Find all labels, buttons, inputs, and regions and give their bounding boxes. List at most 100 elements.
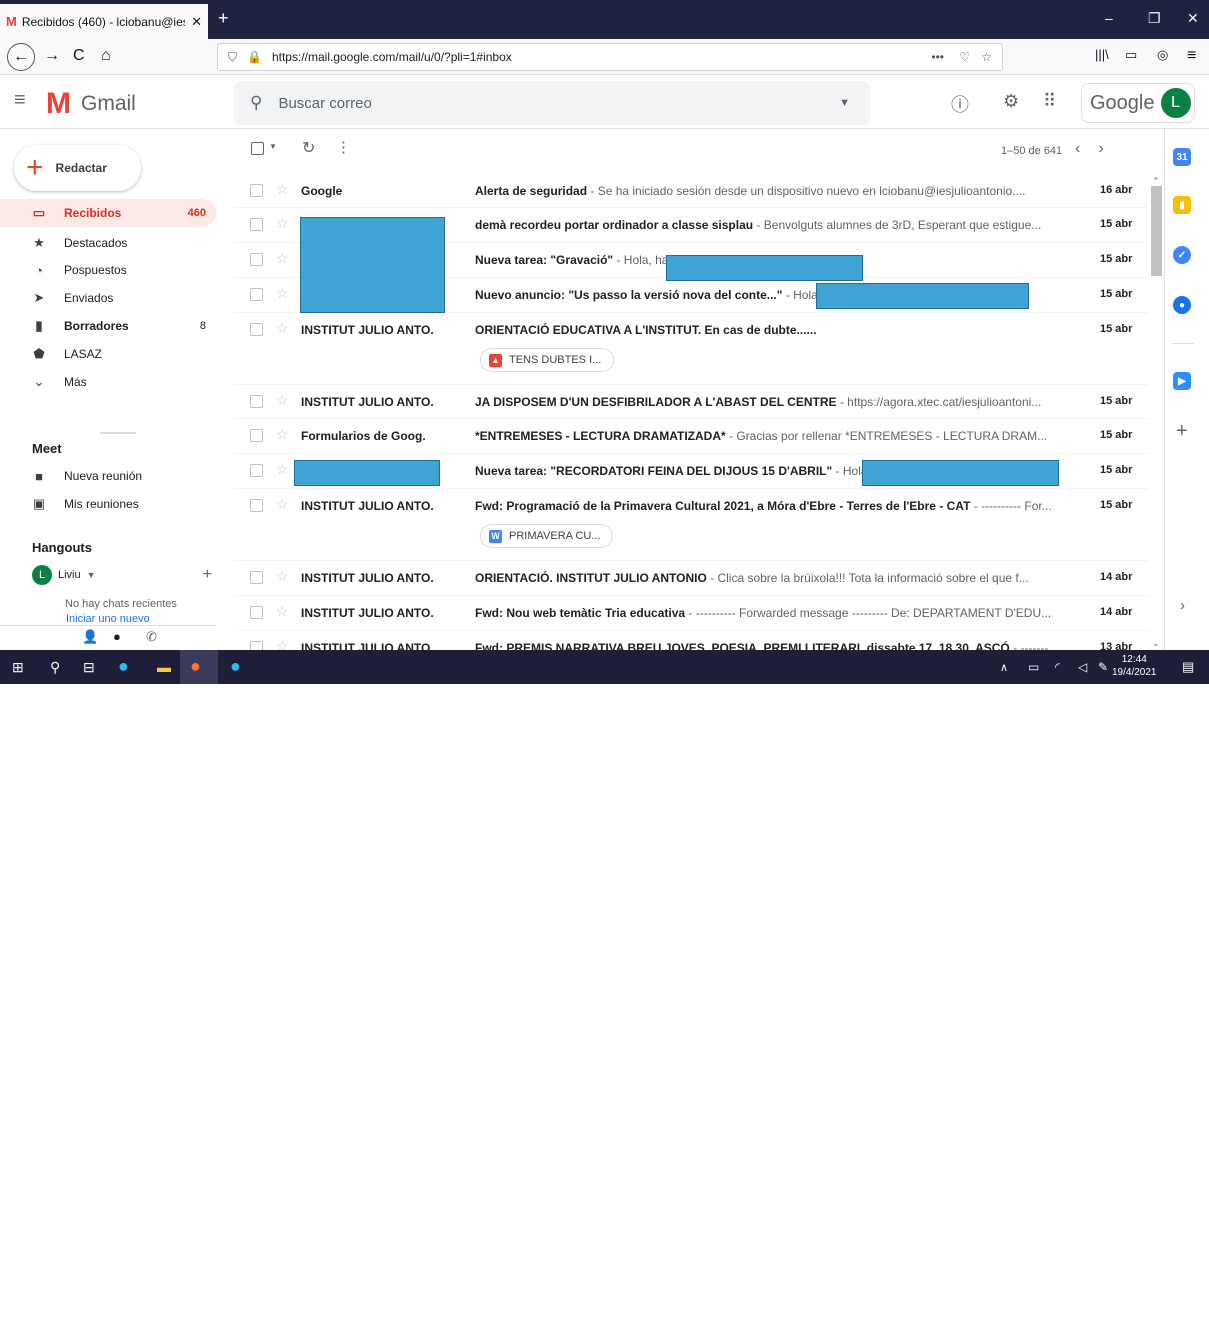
pocket-icon[interactable]: ♡ bbox=[959, 50, 970, 64]
edge-icon[interactable]: ● bbox=[118, 656, 129, 677]
sidebar-item-sent[interactable]: ➤ Enviados bbox=[0, 284, 216, 312]
task-view-icon[interactable]: ⊟ bbox=[83, 659, 95, 676]
main-menu-icon[interactable]: ≡ bbox=[14, 89, 26, 112]
star-icon[interactable]: ☆ bbox=[276, 603, 289, 620]
compose-button[interactable]: + Redactar bbox=[14, 145, 141, 191]
zoom-app-icon[interactable]: ▶ bbox=[1173, 372, 1191, 390]
wifi-icon[interactable]: ◜ bbox=[1055, 660, 1060, 674]
more-icon[interactable]: ••• bbox=[931, 50, 944, 64]
show-hidden-icons-icon[interactable]: ∧ bbox=[1000, 661, 1008, 674]
restore-icon[interactable]: ❐ bbox=[1148, 10, 1161, 27]
forward-icon[interactable]: → bbox=[44, 47, 60, 65]
avatar[interactable]: L bbox=[1160, 88, 1191, 118]
star-icon[interactable]: ☆ bbox=[276, 285, 289, 302]
file-explorer-icon[interactable]: ▬ bbox=[157, 659, 171, 675]
new-tab-icon[interactable]: + bbox=[218, 8, 229, 29]
sidebar-item-more[interactable]: ⌄ Más bbox=[0, 368, 216, 396]
expand-panel-icon[interactable]: › bbox=[1180, 597, 1185, 614]
apps-grid-icon[interactable]: ⠿ bbox=[1043, 91, 1056, 112]
hangouts-user[interactable]: L Liviu ▼ + bbox=[32, 565, 212, 585]
star-icon[interactable]: ☆ bbox=[276, 568, 289, 585]
my-meetings-item[interactable]: ▣ Mis reuniones bbox=[0, 490, 216, 518]
edge-beta-icon[interactable]: ● bbox=[230, 656, 241, 677]
email-row[interactable]: ☆ INSTITUT JULIO ANTO. Fwd: Programació de… bbox=[234, 489, 1148, 561]
library-icon[interactable]: |||\ bbox=[1095, 47, 1109, 62]
search-options-icon[interactable]: ▼ bbox=[839, 97, 850, 109]
star-icon[interactable]: ☆ bbox=[276, 496, 289, 513]
search-input[interactable]: Buscar correo bbox=[278, 95, 371, 112]
firefox-icon[interactable]: ● bbox=[190, 656, 201, 677]
notifications-icon[interactable]: ▤ bbox=[1182, 659, 1194, 675]
volume-icon[interactable]: ◁ bbox=[1078, 660, 1087, 674]
sidebar-item-starred[interactable]: ★ Destacados bbox=[0, 229, 216, 257]
get-addons-icon[interactable]: + bbox=[1176, 420, 1188, 443]
scroll-up-icon[interactable]: ⌃ bbox=[1152, 176, 1160, 187]
sidebar-item-drafts[interactable]: ▮ Borradores 8 bbox=[0, 312, 216, 340]
row-checkbox[interactable] bbox=[250, 253, 263, 266]
hamburger-menu-icon[interactable]: ≡ bbox=[1187, 47, 1196, 65]
pen-icon[interactable]: ✎ bbox=[1098, 660, 1108, 674]
start-new-chat-link[interactable]: Iniciar uno nuevo bbox=[66, 613, 150, 622]
star-icon[interactable]: ☆ bbox=[276, 320, 289, 337]
email-row[interactable]: ☆ INSTITUT JULIO ANTO. ORIENTACIÓ. INSTITU… bbox=[234, 561, 1148, 596]
chat-bubble-icon[interactable]: ● bbox=[113, 629, 121, 644]
next-page-icon[interactable]: › bbox=[1098, 140, 1121, 157]
email-row[interactable]: ☆ Formularios de Goog. *ENTREMESES - LECTU… bbox=[234, 419, 1148, 454]
keep-app-icon[interactable]: ▮ bbox=[1173, 196, 1191, 214]
account-switcher[interactable]: Google L bbox=[1081, 83, 1195, 123]
star-icon[interactable]: ☆ bbox=[276, 638, 289, 650]
row-checkbox[interactable] bbox=[250, 323, 263, 336]
email-row[interactable]: ☆ INSTITUT JULIO ANTO. Fwd: PREMIS NARRATI… bbox=[234, 631, 1148, 650]
star-icon[interactable]: ☆ bbox=[276, 392, 289, 409]
row-checkbox[interactable] bbox=[250, 641, 263, 650]
row-checkbox[interactable] bbox=[250, 288, 263, 301]
tasks-app-icon[interactable]: ✓ bbox=[1173, 246, 1191, 264]
sidebar-icon[interactable]: ▭ bbox=[1125, 47, 1137, 63]
add-chat-icon[interactable]: + bbox=[203, 566, 212, 584]
help-icon[interactable]: ⓘ bbox=[951, 91, 969, 117]
back-icon[interactable]: ← bbox=[7, 43, 35, 71]
taskbar-search-icon[interactable]: ⚲ bbox=[50, 659, 60, 676]
system-clock[interactable]: 12:44 19/4/2021 bbox=[1112, 653, 1157, 679]
attachment-chip[interactable]: ▲ TENS DUBTES I... bbox=[480, 348, 615, 372]
email-row[interactable]: ☆ INSTITUT JULIO ANTO. ORIENTACIÓ EDUCATIV… bbox=[234, 313, 1148, 385]
star-icon[interactable]: ☆ bbox=[276, 181, 289, 198]
extension-icon[interactable]: ◎ bbox=[1157, 47, 1168, 63]
sidebar-item-inbox[interactable]: ▭ Recibidos 460 bbox=[0, 199, 216, 227]
more-options-icon[interactable]: ⋮ bbox=[336, 138, 351, 156]
email-row[interactable]: ☆ INSTITUT JULIO ANTO. Fwd: Nou web temàti… bbox=[234, 596, 1148, 631]
reload-icon[interactable]: C bbox=[73, 47, 85, 65]
url-bar[interactable]: ⛉ 🔒 https://mail.google.com/mail/u/0/?pl… bbox=[217, 43, 1003, 71]
row-checkbox[interactable] bbox=[250, 395, 263, 408]
chevron-down-icon[interactable]: ▼ bbox=[87, 570, 96, 580]
contacts-icon[interactable]: 👤 bbox=[82, 629, 98, 645]
star-icon[interactable]: ☆ bbox=[276, 426, 289, 443]
row-checkbox[interactable] bbox=[250, 218, 263, 231]
email-row[interactable]: ☆ INSTITUT JULIO ANTO. JA DISPOSEM D'UN DE… bbox=[234, 385, 1148, 419]
search-bar[interactable]: ⚲ Buscar correo ▼ bbox=[234, 81, 870, 125]
new-meeting-item[interactable]: ■ Nueva reunión bbox=[0, 462, 216, 490]
sidebar-item-lasaz[interactable]: ⬟ LASAZ bbox=[0, 340, 216, 368]
phone-icon[interactable]: ✆ bbox=[146, 629, 157, 645]
home-icon[interactable]: ⌂ bbox=[101, 47, 111, 65]
attachment-chip[interactable]: W PRIMAVERA CU... bbox=[480, 524, 614, 548]
battery-icon[interactable]: ▭ bbox=[1028, 660, 1039, 674]
bookmark-star-icon[interactable]: ☆ bbox=[981, 50, 992, 64]
gmail-logo[interactable]: M Gmail bbox=[46, 87, 136, 121]
calendar-app-icon[interactable]: 31 bbox=[1173, 148, 1191, 166]
row-checkbox[interactable] bbox=[250, 464, 263, 477]
scrollbar-thumb[interactable] bbox=[1151, 186, 1162, 276]
row-checkbox[interactable] bbox=[250, 499, 263, 512]
row-checkbox[interactable] bbox=[250, 606, 263, 619]
browser-tab[interactable]: M Recibidos (460) - lciobanu@iesj ✕ bbox=[0, 4, 208, 39]
settings-gear-icon[interactable]: ⚙ bbox=[1003, 91, 1019, 112]
row-checkbox[interactable] bbox=[250, 184, 263, 197]
star-icon[interactable]: ☆ bbox=[276, 215, 289, 232]
minimize-icon[interactable]: – bbox=[1105, 10, 1113, 26]
close-tab-icon[interactable]: ✕ bbox=[191, 14, 202, 30]
refresh-icon[interactable]: ↻ bbox=[302, 138, 315, 158]
contacts-app-icon[interactable]: ● bbox=[1173, 296, 1191, 314]
scroll-down-icon[interactable]: ⌄ bbox=[1152, 638, 1160, 649]
prev-page-icon[interactable]: ‹ bbox=[1075, 140, 1098, 157]
search-icon[interactable]: ⚲ bbox=[250, 93, 262, 113]
